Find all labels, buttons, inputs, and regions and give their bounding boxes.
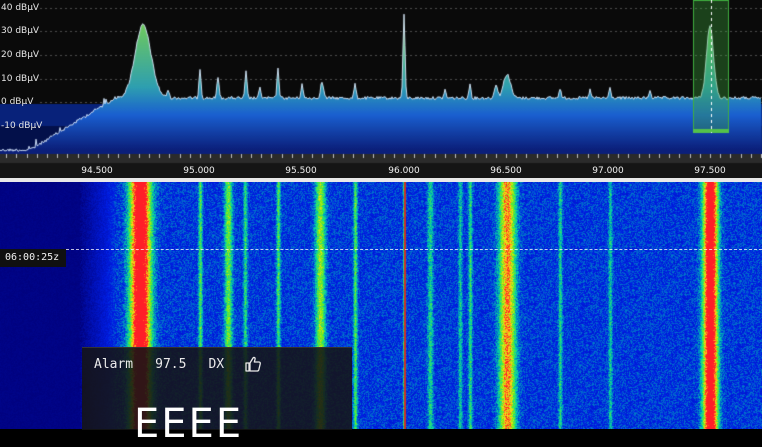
station-frequency: 97.5 — [155, 356, 187, 372]
frequency-tick-label: 97.500 — [694, 166, 726, 176]
frequency-tick-label: 96.000 — [388, 166, 420, 176]
y-tick-label: -10 dBµV — [1, 121, 43, 131]
frequency-tick-label: 95.000 — [183, 166, 215, 176]
y-tick-label: 40 dBµV — [1, 3, 40, 13]
frequency-tick-label: 95.500 — [285, 166, 317, 176]
frequency-tick-label: 94.500 — [81, 166, 113, 176]
alarm-label[interactable]: Alarm — [94, 357, 133, 372]
thumbs-up-icon[interactable] — [244, 355, 262, 373]
frequency-tick-label: 97.000 — [592, 166, 624, 176]
frequency-tick-label: 96.500 — [490, 166, 522, 176]
rds-info-row: Alarm 97.5 DX — [94, 354, 262, 374]
y-tick-label: 0 dBµV — [1, 97, 34, 107]
rds-program-service-text: EEEE — [134, 401, 244, 447]
rds-info-panel: Alarm 97.5 DX EEEE — [82, 347, 352, 444]
y-tick-label: 10 dBµV — [1, 74, 40, 84]
y-tick-label: 30 dBµV — [1, 26, 40, 36]
waterfall-time-label: 06:00:25z — [0, 249, 66, 267]
spectrum-display[interactable] — [0, 0, 762, 178]
dx-label[interactable]: DX — [208, 357, 224, 372]
y-tick-label: 20 dBµV — [1, 50, 40, 60]
waterfall-time-marker — [66, 249, 762, 250]
